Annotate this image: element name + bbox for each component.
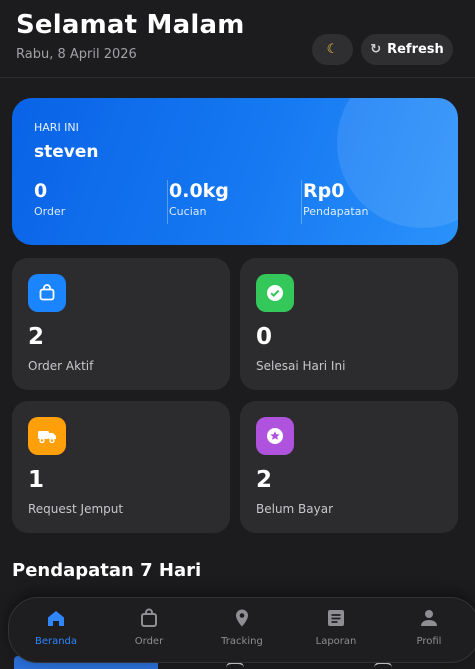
home-icon [48, 611, 64, 626]
truck-icon [28, 417, 66, 455]
card-value: 0 [256, 324, 273, 350]
stat-laundry: 0.0kg Cucian [167, 180, 229, 224]
nav-label: Profil [416, 636, 442, 647]
card-active-orders[interactable]: 2 Order Aktif [12, 258, 230, 390]
star-badge-icon [256, 417, 294, 455]
location-pin-icon [236, 609, 248, 627]
nav-item-profil[interactable]: Profil [382, 598, 475, 662]
card-label: Belum Bayar [256, 502, 334, 516]
nav-label: Laporan [315, 636, 357, 647]
user-name: steven [34, 142, 99, 162]
card-label: Selesai Hari Ini [256, 359, 346, 373]
theme-toggle-button[interactable]: ☾ [312, 34, 353, 65]
greeting-title: Selamat Malam [16, 10, 245, 40]
card-pickup-requests[interactable]: 1 Request Jemput [12, 401, 230, 533]
bag-icon [141, 608, 157, 627]
chart-peek-mark [374, 662, 392, 669]
nav-item-laporan[interactable]: Laporan [289, 598, 383, 662]
refresh-label: Refresh [387, 42, 444, 57]
stat-orders: 0 Order [34, 180, 65, 224]
card-unpaid[interactable]: 2 Belum Bayar [240, 401, 458, 533]
person-icon [421, 610, 437, 626]
moon-icon: ☾ [326, 42, 339, 57]
stat-value: 0.0kg [169, 180, 229, 202]
card-label: Request Jemput [28, 502, 124, 516]
stat-label: Cucian [169, 205, 207, 218]
header: Selamat Malam Rabu, 8 April 2026 ☾ ↻ Ref… [0, 0, 475, 78]
today-summary-card: HARI INI steven 0 Order 0.0kg Cucian Rp0… [12, 98, 458, 245]
chart-peek-mark [226, 662, 244, 669]
card-completed-today[interactable]: 0 Selesai Hari Ini [240, 258, 458, 390]
stat-label: Order [34, 205, 66, 218]
nav-label: Beranda [34, 636, 78, 647]
income-section-title: Pendapatan 7 Hari [12, 560, 202, 581]
bottom-navigation: Beranda Order Tracking Laporan Profil [8, 597, 475, 663]
date-label: Rabu, 8 April 2026 [16, 47, 137, 62]
nav-item-tracking[interactable]: Tracking [195, 598, 289, 662]
stat-label: Pendapatan [303, 205, 369, 218]
nav-label: Order [134, 636, 164, 647]
stat-value: Rp0 [303, 180, 345, 202]
report-icon [328, 610, 344, 626]
refresh-button[interactable]: ↻ Refresh [361, 34, 453, 65]
nav-item-beranda[interactable]: Beranda [9, 598, 103, 662]
stat-value: 0 [34, 180, 48, 202]
today-label: HARI INI [34, 121, 79, 134]
refresh-icon: ↻ [370, 42, 382, 57]
bag-icon [28, 274, 66, 312]
nav-item-order[interactable]: Order [102, 598, 196, 662]
card-value: 2 [256, 467, 273, 493]
nav-label: Tracking [221, 636, 263, 647]
card-value: 2 [28, 324, 45, 350]
check-circle-icon [256, 274, 294, 312]
card-label: Order Aktif [28, 359, 94, 373]
stat-income: Rp0 Pendapatan [301, 180, 368, 224]
card-value: 1 [28, 467, 45, 493]
